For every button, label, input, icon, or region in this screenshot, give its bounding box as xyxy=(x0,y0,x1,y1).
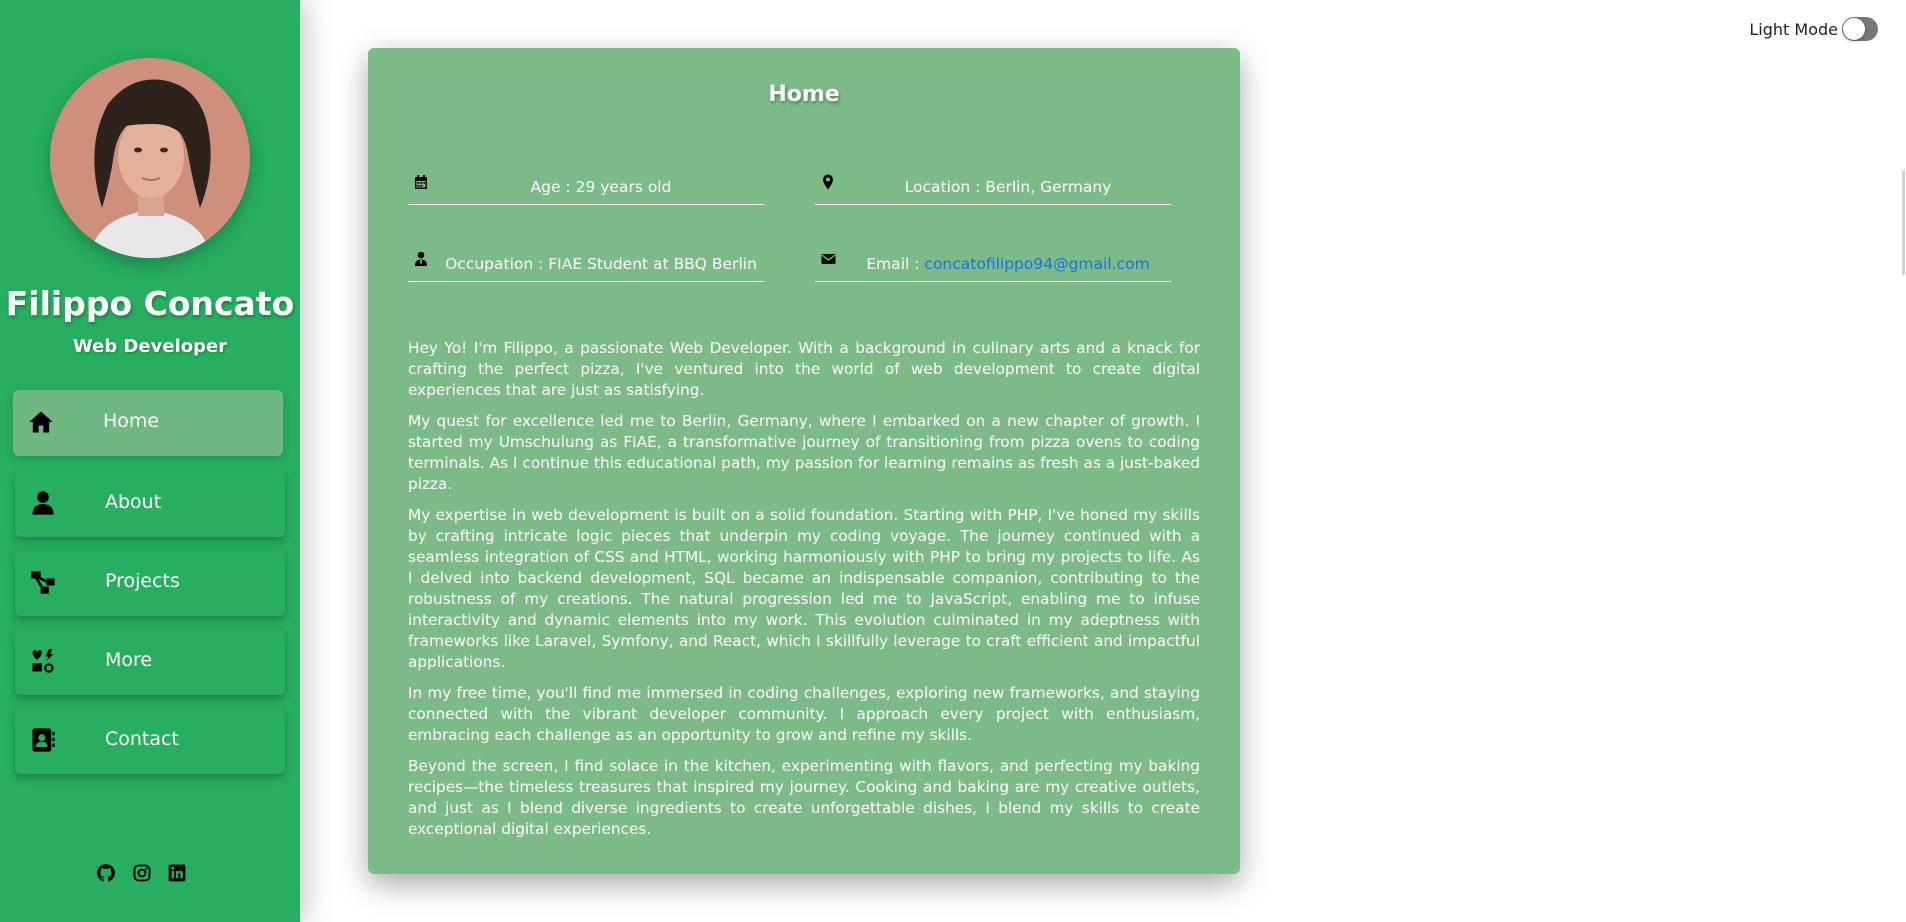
nav-label-home: Home xyxy=(103,410,160,432)
location-field: Location : Berlin, Germany xyxy=(815,174,1171,205)
social-links xyxy=(96,863,206,885)
map-marker-icon xyxy=(823,174,833,190)
theme-toggle-switch[interactable] xyxy=(1842,17,1878,41)
icons-icon xyxy=(32,649,54,673)
nav-item-about[interactable]: About xyxy=(15,471,285,537)
bio-text: Hey Yo! I'm Filippo, a passionate Web De… xyxy=(408,338,1200,850)
nav-label-projects: Projects xyxy=(105,570,180,592)
location-value: Location : Berlin, Germany xyxy=(904,178,1112,196)
profile-role: Web Developer xyxy=(72,336,228,357)
calendar-icon xyxy=(415,175,427,189)
home-icon xyxy=(29,411,53,433)
diagram-icon xyxy=(31,571,55,594)
bio-paragraph: Beyond the screen, I find solace in the … xyxy=(408,757,1200,838)
bio-paragraph: Hey Yo! I'm Filippo, a passionate Web De… xyxy=(408,339,1200,399)
nav-item-home[interactable]: Home xyxy=(13,390,283,456)
toggle-knob xyxy=(1843,18,1865,40)
bio-paragraph: In my free time, you'll find me immersed… xyxy=(408,684,1200,744)
nav-label-more: More xyxy=(105,649,153,671)
email-field: Email : concatofilippo94@gmail.com xyxy=(815,251,1171,282)
theme-toggle-label: Light Mode xyxy=(1749,20,1838,39)
address-book-icon xyxy=(32,728,55,752)
age-field: Age : 29 years old xyxy=(408,174,764,205)
nav-label-contact: Contact xyxy=(105,728,179,750)
occupation-field: Occupation : FIAE Student at BBQ Berlin xyxy=(408,251,764,282)
email-link[interactable]: concatofilippo94@gmail.com xyxy=(924,255,1149,273)
instagram-icon[interactable] xyxy=(132,863,152,883)
bio-paragraph: My expertise in web development is built… xyxy=(408,506,1200,671)
github-icon[interactable] xyxy=(96,863,116,883)
nav-item-projects[interactable]: Projects xyxy=(15,550,285,616)
nav-item-more[interactable]: More xyxy=(15,629,285,695)
envelope-icon xyxy=(821,254,836,264)
user-icon xyxy=(32,491,54,515)
email-row: Email : concatofilippo94@gmail.com xyxy=(845,255,1171,273)
sidebar: Filippo Concato Web Developer Home About… xyxy=(0,0,300,922)
occupation-value: Occupation : FIAE Student at BBQ Berlin xyxy=(445,255,757,273)
profile-photo xyxy=(50,58,250,258)
user-tie-icon xyxy=(415,251,427,266)
email-prefix: Email : xyxy=(866,255,925,273)
page-title: Home xyxy=(768,82,840,107)
profile-name: Filippo Concato xyxy=(5,284,295,323)
nav-item-contact[interactable]: Contact xyxy=(15,708,285,774)
home-card: Home Age : 29 years old Location : Berli… xyxy=(368,48,1240,874)
page-scrollbar[interactable] xyxy=(1902,170,1905,275)
bio-paragraph: My quest for excellence led me to Berlin… xyxy=(408,412,1200,493)
age-value: Age : 29 years old xyxy=(530,178,672,196)
avatar xyxy=(50,58,250,258)
linkedin-icon[interactable] xyxy=(167,863,187,883)
nav-label-about: About xyxy=(105,491,162,513)
